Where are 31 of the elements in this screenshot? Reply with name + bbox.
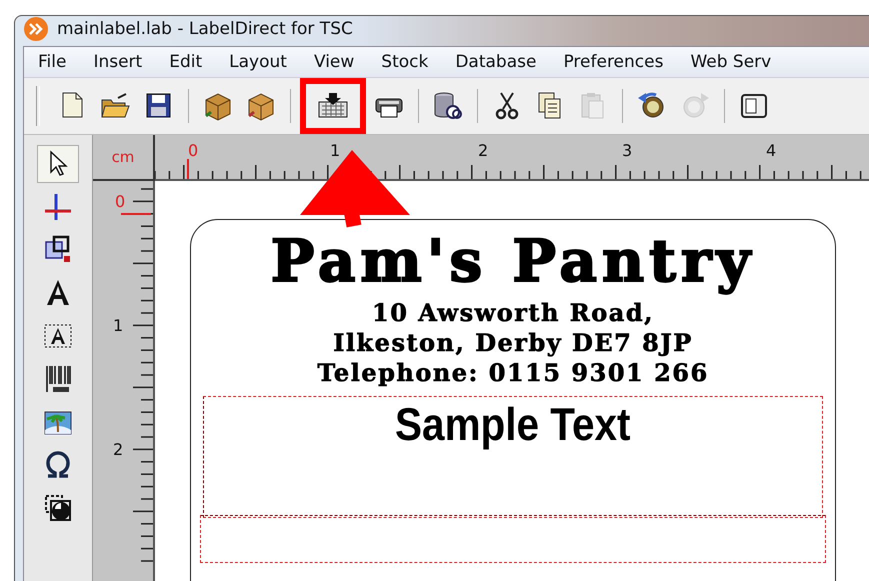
menu-item[interactable]: Layout — [215, 52, 300, 72]
tool-button[interactable] — [37, 145, 79, 183]
menu-item[interactable]: View — [300, 52, 368, 72]
ruler-label: 2 — [478, 141, 488, 160]
menu-item[interactable]: Preferences — [549, 52, 676, 72]
label-text-line[interactable]: 10 Awsworth Road, — [372, 298, 654, 328]
ruler-label: 0 — [115, 192, 126, 211]
menu-item[interactable]: Insert — [79, 52, 156, 72]
ruler-label: 2 — [113, 440, 124, 459]
label-text-line[interactable]: Ilkeston, Derby DE7 8JP — [333, 328, 693, 358]
image-frame-icon — [42, 492, 74, 524]
menu-item[interactable]: Edit — [155, 52, 216, 72]
sample-text: Sample Text — [395, 396, 631, 452]
ruler-label: 4 — [766, 141, 776, 160]
ruler-unit: cm — [112, 148, 134, 166]
text-field-frame[interactable]: Sample Text — [203, 396, 823, 518]
ruler-label: 1 — [330, 141, 340, 160]
label-text-line[interactable]: Telephone: 0115 9301 266 — [317, 358, 709, 388]
menu-item[interactable]: File — [24, 52, 80, 72]
ruler-label: 0 — [188, 141, 198, 160]
empty-field-frame[interactable] — [200, 514, 826, 563]
app-logo-icon — [23, 16, 49, 42]
menu-item[interactable]: Database — [441, 52, 550, 72]
window-title: mainlabel.lab - LabelDirect for TSC — [57, 19, 353, 39]
menu-item[interactable]: Stock — [367, 52, 442, 72]
database-icon — [432, 90, 464, 122]
ruler-label: 3 — [622, 141, 632, 160]
ruler-label: 1 — [113, 316, 124, 335]
line-icon — [42, 191, 74, 223]
label-title[interactable]: Pam's Pantry — [270, 230, 756, 294]
menu-item[interactable]: Web Serv — [676, 52, 784, 72]
